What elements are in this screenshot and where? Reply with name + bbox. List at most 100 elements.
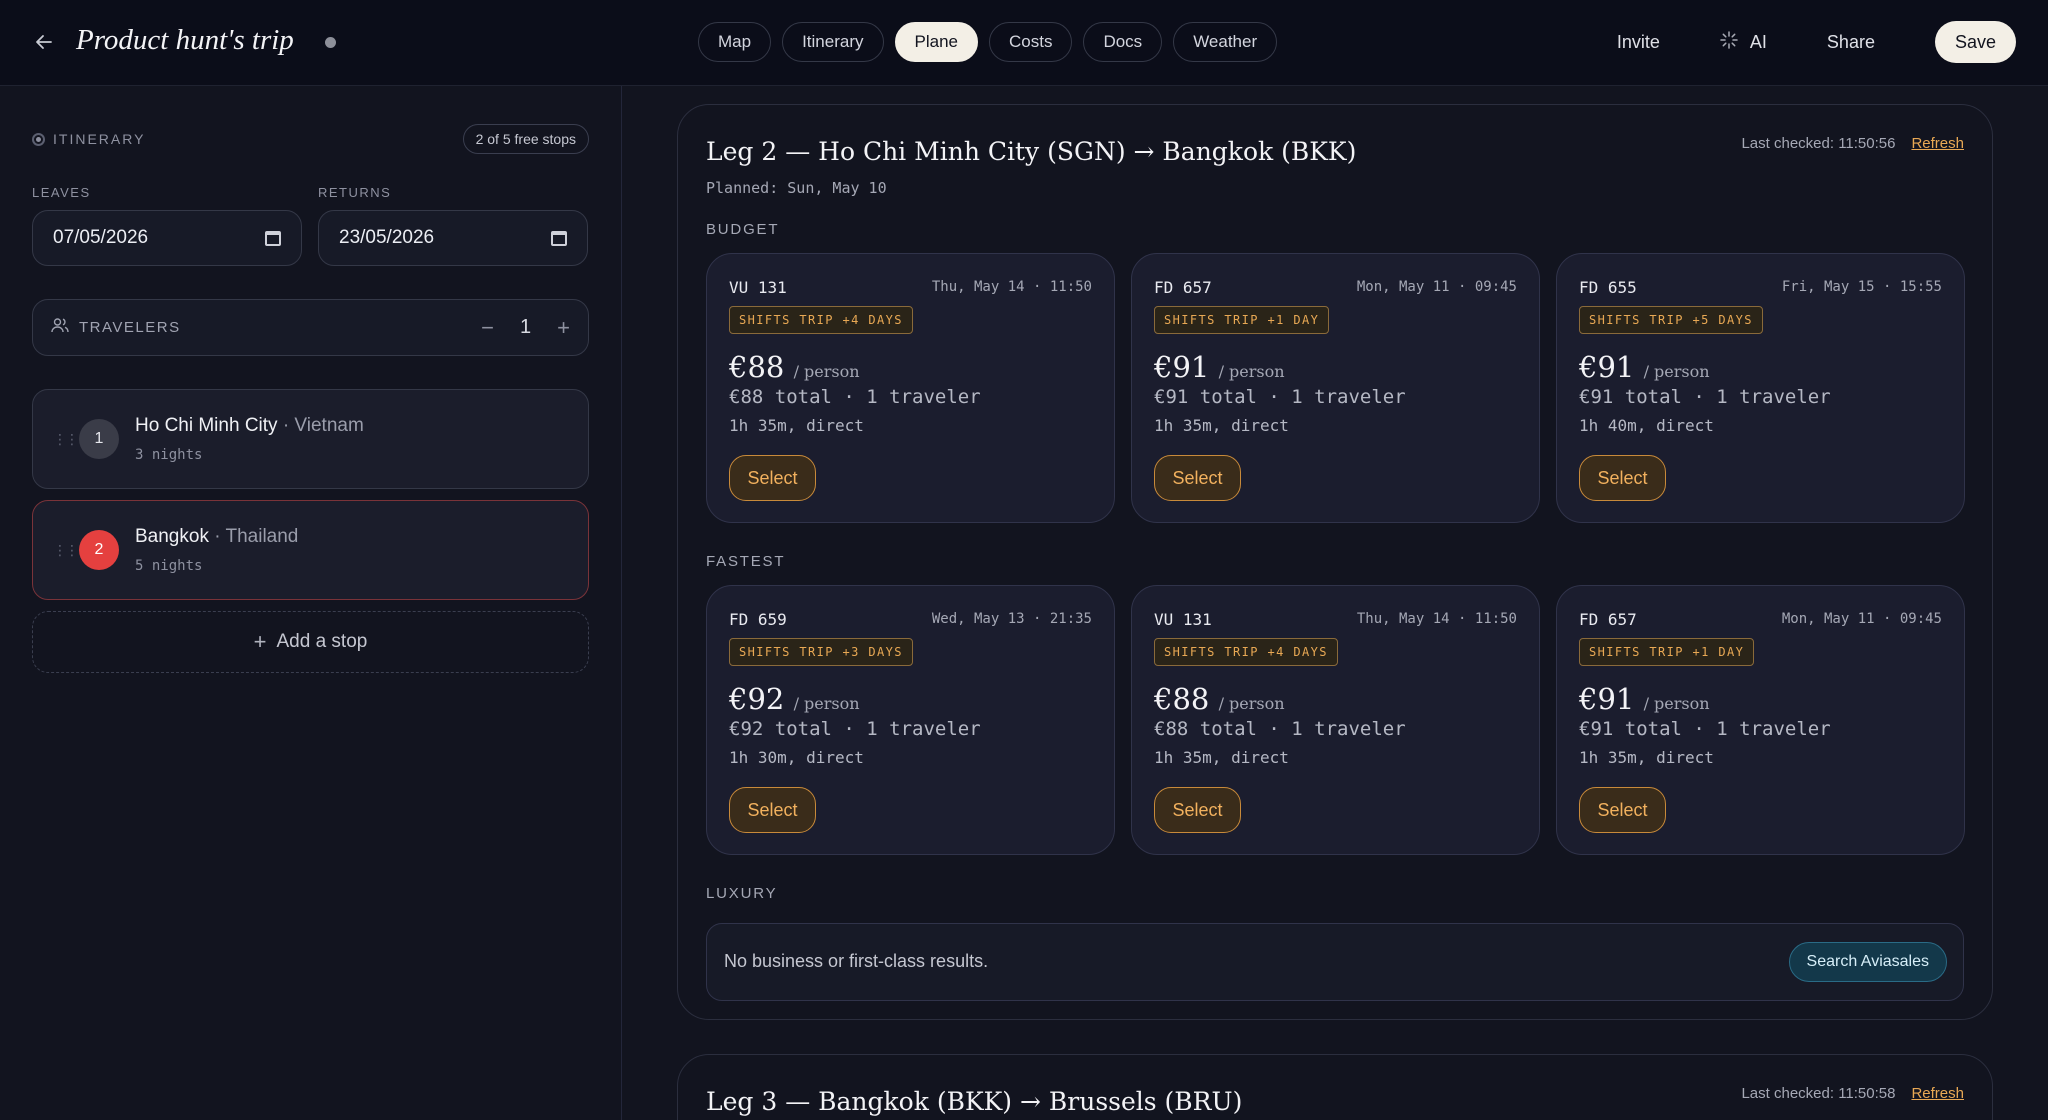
last-checked: Last checked: 11:50:58 Refresh — [1741, 1085, 1964, 1102]
arrow-left-icon — [36, 35, 52, 49]
free-stops-badge: 2 of 5 free stops — [462, 124, 589, 154]
shift-badge: SHIFTS TRIP +4 DAYS — [1154, 638, 1338, 666]
select-button[interactable]: Select — [729, 455, 816, 501]
budget-cards: VU 131 Thu, May 14 · 11:50 SHIFTS TRIP +… — [706, 253, 1965, 523]
trip-title[interactable]: Product hunt's trip — [76, 24, 294, 57]
stop-nights: 3 nights — [135, 447, 203, 463]
flight-datetime: Mon, May 11 · 09:45 — [1356, 279, 1517, 295]
stop-number: 1 — [79, 419, 119, 459]
tab-costs[interactable]: Costs — [988, 22, 1073, 62]
price-unit: / person — [1218, 362, 1285, 381]
price: €91 / person — [1154, 350, 1285, 384]
select-button[interactable]: Select — [1154, 455, 1241, 501]
flight-card: FD 659 Wed, May 13 · 21:35 SHIFTS TRIP +… — [706, 585, 1115, 855]
back-button[interactable] — [30, 28, 58, 56]
stop-country: · Thailand — [208, 526, 299, 547]
last-checked-time: Last checked: 11:50:56 — [1741, 135, 1896, 152]
leaves-date-input[interactable]: 07/05/2026 — [32, 210, 302, 266]
fastest-cards: FD 659 Wed, May 13 · 21:35 SHIFTS TRIP +… — [706, 585, 1965, 855]
travelers-control: TRAVELERS − 1 + — [32, 299, 589, 356]
shift-badge: SHIFTS TRIP +3 DAYS — [729, 638, 913, 666]
share-button[interactable]: Share — [1827, 32, 1875, 53]
calendar-icon[interactable] — [551, 230, 567, 246]
price: €91 / person — [1579, 682, 1710, 716]
returns-label: RETURNS — [318, 185, 392, 200]
itinerary-sidebar: ITINERARY 2 of 5 free stops LEAVES 07/05… — [0, 86, 622, 1120]
price-total: €88 total · 1 traveler — [729, 386, 981, 408]
stop-item[interactable]: ⋮⋮ 2 Bangkok · Thailand 5 nights — [32, 500, 589, 600]
travelers-label: TRAVELERS — [79, 319, 181, 336]
tab-weather[interactable]: Weather — [1173, 22, 1278, 62]
users-icon — [51, 317, 69, 338]
select-button[interactable]: Select — [1579, 787, 1666, 833]
increment-button[interactable]: + — [557, 315, 570, 341]
search-aviasales-button[interactable]: Search Aviasales — [1788, 942, 1947, 982]
drag-handle-icon[interactable]: ⋮⋮ — [53, 431, 79, 448]
flight-number: VU 131 — [729, 278, 787, 297]
refresh-link[interactable]: Refresh — [1911, 135, 1964, 152]
select-button[interactable]: Select — [729, 787, 816, 833]
flight-duration: 1h 35m, direct — [1154, 416, 1289, 435]
flight-card: VU 131 Thu, May 14 · 11:50 SHIFTS TRIP +… — [1131, 585, 1540, 855]
last-checked-time: Last checked: 11:50:58 — [1741, 1085, 1896, 1102]
stop-city: Bangkok · Thailand — [135, 526, 299, 547]
stop-city: Ho Chi Minh City · Vietnam — [135, 415, 364, 436]
flight-number: VU 131 — [1154, 610, 1212, 629]
header-actions: Invite AI Share Save — [1617, 21, 2016, 63]
leg-planned-date: Planned: Sun, May 10 — [706, 179, 887, 197]
flight-datetime: Wed, May 13 · 21:35 — [931, 611, 1092, 627]
price: €91 / person — [1579, 350, 1710, 384]
flight-duration: 1h 35m, direct — [729, 416, 864, 435]
travelers-count: 1 — [520, 316, 532, 338]
itinerary-title: ITINERARY — [32, 131, 145, 147]
flight-card: FD 657 Mon, May 11 · 09:45 SHIFTS TRIP +… — [1556, 585, 1965, 855]
price-total: €91 total · 1 traveler — [1579, 718, 1831, 740]
stop-info: Bangkok · Thailand 5 nights — [135, 526, 298, 574]
flight-number: FD 657 — [1154, 278, 1212, 297]
returns-date-value: 23/05/2026 — [339, 227, 435, 248]
flight-datetime: Mon, May 11 · 09:45 — [1781, 611, 1942, 627]
price-total: €91 total · 1 traveler — [1579, 386, 1831, 408]
select-button[interactable]: Select — [1579, 455, 1666, 501]
refresh-link[interactable]: Refresh — [1911, 1085, 1964, 1102]
add-stop-button[interactable]: + Add a stop — [32, 611, 589, 673]
price-total: €91 total · 1 traveler — [1154, 386, 1406, 408]
invite-button[interactable]: Invite — [1617, 32, 1660, 53]
price: €88 / person — [729, 350, 860, 384]
shift-badge: SHIFTS TRIP +1 DAY — [1579, 638, 1755, 666]
tab-map[interactable]: Map — [698, 22, 772, 62]
luxury-results: No business or first-class results. Sear… — [706, 923, 1964, 1001]
status-dot — [325, 37, 336, 48]
last-checked: Last checked: 11:50:56 Refresh — [1741, 135, 1964, 152]
shift-badge: SHIFTS TRIP +4 DAYS — [729, 306, 913, 334]
returns-date-input[interactable]: 23/05/2026 — [318, 210, 588, 266]
decrement-button[interactable]: − — [481, 315, 494, 341]
drag-handle-icon[interactable]: ⋮⋮ — [53, 542, 79, 559]
plus-icon: + — [253, 629, 267, 654]
budget-label: BUDGET — [706, 221, 780, 238]
flight-duration: 1h 40m, direct — [1579, 416, 1714, 435]
flight-datetime: Fri, May 15 · 15:55 — [1781, 279, 1942, 295]
stop-nights: 5 nights — [135, 558, 203, 574]
price: €92 / person — [729, 682, 860, 716]
tab-plane[interactable]: Plane — [894, 22, 978, 62]
flight-number: FD 657 — [1579, 610, 1637, 629]
flight-duration: 1h 30m, direct — [729, 748, 864, 767]
ai-button[interactable]: AI — [1720, 30, 1767, 54]
select-button[interactable]: Select — [1154, 787, 1241, 833]
luxury-empty-text: No business or first-class results. — [724, 951, 989, 971]
top-bar: Product hunt's trip Map Itinerary Plane … — [0, 0, 2048, 86]
leaves-label: LEAVES — [32, 185, 91, 200]
calendar-icon[interactable] — [265, 230, 281, 246]
stop-number: 2 — [79, 530, 119, 570]
flight-duration: 1h 35m, direct — [1154, 748, 1289, 767]
ai-label: AI — [1749, 31, 1767, 52]
stop-info: Ho Chi Minh City · Vietnam 3 nights — [135, 415, 364, 463]
shift-badge: SHIFTS TRIP +1 DAY — [1154, 306, 1330, 334]
leg-title: Leg 2 — Ho Chi Minh City (SGN) → Bangkok… — [706, 137, 1357, 166]
stop-item[interactable]: ⋮⋮ 1 Ho Chi Minh City · Vietnam 3 nights — [32, 389, 589, 489]
save-button[interactable]: Save — [1934, 21, 2016, 63]
tab-itinerary[interactable]: Itinerary — [782, 22, 884, 62]
tab-docs[interactable]: Docs — [1083, 22, 1163, 62]
view-tabs: Map Itinerary Plane Costs Docs Weather — [698, 22, 1278, 62]
